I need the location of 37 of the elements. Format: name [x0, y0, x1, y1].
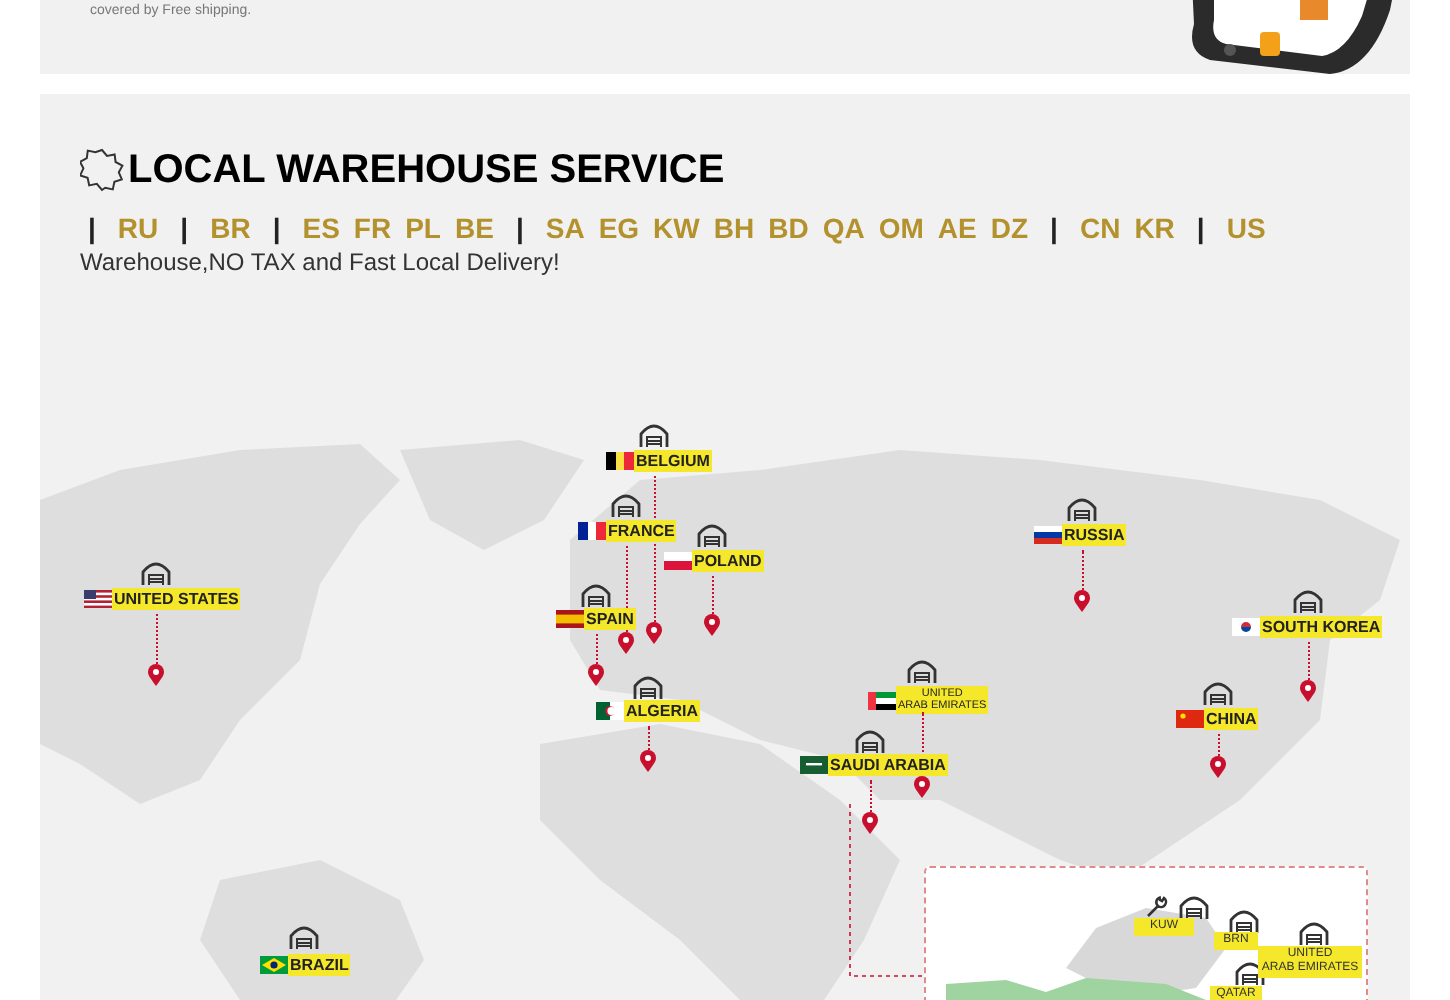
separator: | — [1050, 209, 1058, 249]
country-code: KW — [653, 209, 700, 247]
section-title: LOCAL WAREHOUSE SERVICE — [128, 150, 725, 190]
country-label: FRANCE — [606, 520, 677, 542]
country-code: SA — [545, 209, 585, 247]
separator: | — [180, 209, 189, 249]
country-code: CN — [1079, 209, 1121, 247]
country-code: ES — [302, 209, 340, 247]
country-code: BE — [454, 209, 494, 247]
country-label: POLAND — [692, 550, 764, 572]
country-label: CHINA — [1204, 708, 1259, 730]
section-subtitle: Warehouse,NO TAX and Fast Local Delivery! — [80, 246, 562, 278]
country-label: SOUTH KOREA — [1260, 616, 1383, 638]
country-label: BRAZIL — [288, 954, 351, 976]
country-code: OM — [878, 209, 924, 247]
separator: | — [88, 209, 96, 249]
country-code: FR — [353, 209, 392, 247]
country-label: BELGIUM — [634, 450, 712, 472]
country-label: ALGERIA — [624, 700, 700, 722]
country-code: AE — [937, 209, 977, 247]
separator: | — [1196, 209, 1205, 249]
country-code: RU — [117, 209, 159, 247]
country-code: QA — [822, 209, 865, 248]
separator: | — [515, 209, 524, 249]
country-code: DZ — [990, 209, 1029, 247]
country-code: PL — [405, 209, 441, 247]
country-code: BH — [713, 209, 755, 247]
country-code: KR — [1134, 209, 1175, 247]
country-label: SAUDI ARABIA — [828, 754, 948, 776]
country-code: US — [1226, 209, 1266, 247]
separator: | — [272, 209, 281, 249]
country-label: UNITED STATES — [112, 588, 241, 610]
country-label: SPAIN — [584, 608, 636, 630]
country-label: RUSSIA — [1062, 524, 1127, 546]
country-code: EG — [598, 209, 640, 247]
country-code: BR — [210, 209, 251, 247]
country-code: BD — [768, 209, 809, 247]
